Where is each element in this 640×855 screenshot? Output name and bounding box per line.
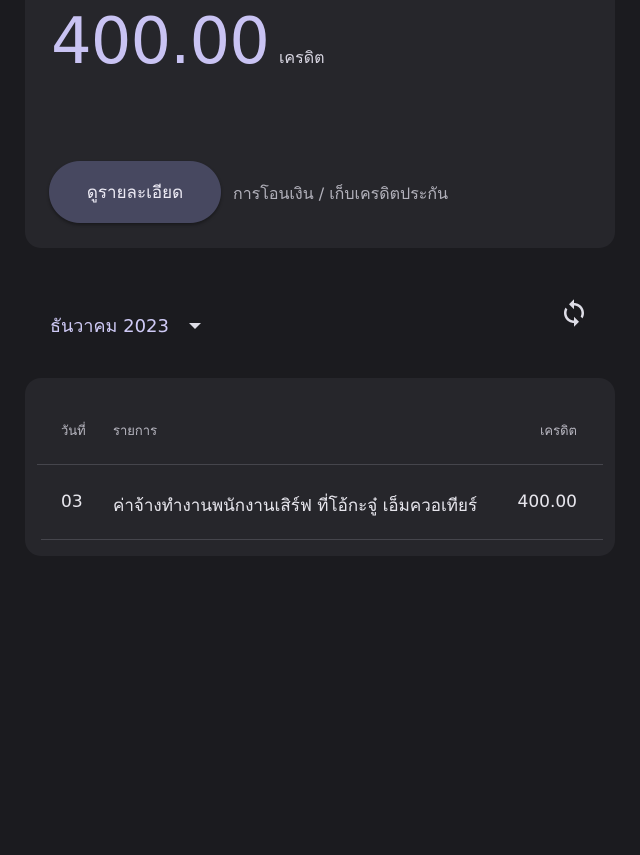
balance-card: 400.00 เครดิต ดูรายละเอียด การโอนเงิน / … xyxy=(25,0,615,248)
header-description: รายการ xyxy=(113,424,158,439)
month-selector[interactable]: ธันวาคม 2023 xyxy=(50,311,201,340)
balance-row: 400.00 เครดิต xyxy=(51,10,324,74)
balance-unit: เครดิต xyxy=(278,48,325,67)
dropdown-arrow-icon xyxy=(188,322,201,329)
month-label: ธันวาคม 2023 xyxy=(50,316,169,337)
balance-amount: 400.00 xyxy=(51,5,270,79)
transactions-table: วันที่ รายการ เครดิต 03 ค่าจ้างทำงานพนัก… xyxy=(25,378,615,556)
header-divider xyxy=(37,464,603,465)
refresh-button[interactable] xyxy=(553,292,595,334)
refresh-icon xyxy=(564,299,584,327)
row-day: 03 xyxy=(61,492,83,512)
row-description: ค่าจ้างทำงานพนักงานเสิร์ฟ ที่โอ้กะจู๋ เอ… xyxy=(113,496,478,516)
details-hint: การโอนเงิน / เก็บเครดิตประกัน xyxy=(233,184,449,203)
header-day: วันที่ xyxy=(61,424,86,439)
row-divider xyxy=(41,539,603,540)
row-credit: 400.00 xyxy=(517,492,577,512)
header-credit: เครดิต xyxy=(539,424,577,439)
view-details-button[interactable]: ดูรายละเอียด xyxy=(49,161,221,223)
